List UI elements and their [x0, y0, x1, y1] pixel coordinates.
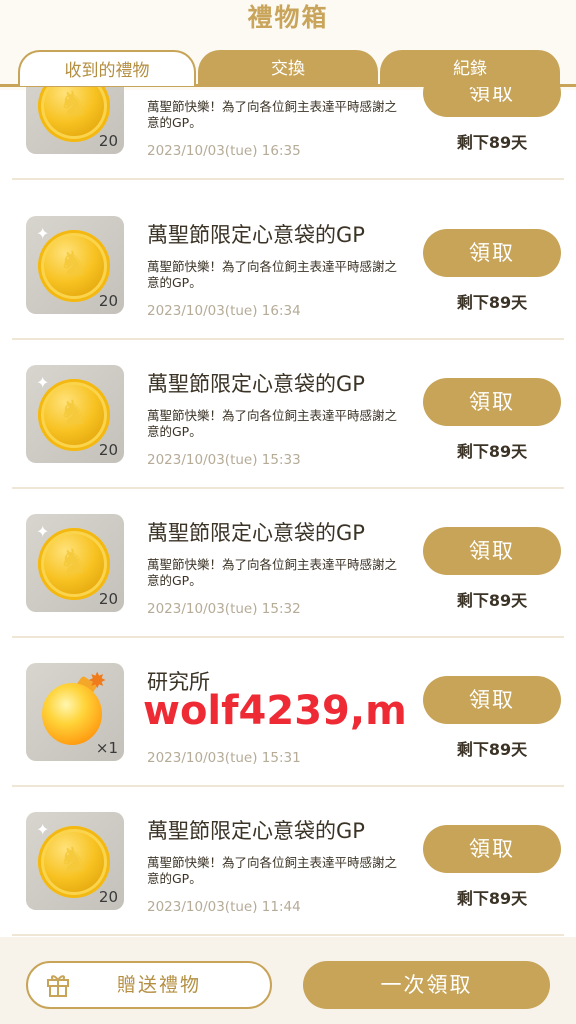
watermark-text: wolf4239,m	[143, 688, 407, 734]
gift-timestamp: 2023/10/03(tue) 15:31	[147, 750, 301, 766]
gift-title: 萬聖節限定心意袋的GP	[147, 223, 365, 247]
row-divider	[12, 178, 564, 180]
gift-list[interactable]: ♞ 20 萬聖節快樂！為了向各位飼主表達平時感謝之意的GP。 2023/10/0…	[0, 87, 576, 937]
gift-timestamp: 2023/10/03(tue) 16:34	[147, 303, 301, 319]
remaining-days: 剩下89天	[456, 740, 528, 759]
gift-timestamp: 2023/10/03(tue) 15:33	[147, 452, 301, 468]
gift-thumbnail: ✦ ♞ 20	[26, 365, 124, 463]
gift-count: 20	[98, 590, 118, 608]
gift-thumbnail: ✦ ♞ 20	[26, 216, 124, 314]
remaining-days: 剩下89天	[456, 442, 528, 461]
gift-thumbnail: ✦ ♞ 20	[26, 812, 124, 910]
claim-button[interactable]: 領取	[423, 527, 561, 575]
gift-row: ✦ ♞ 20 萬聖節限定心意袋的GP 萬聖節快樂！為了向各位飼主表達平時感謝之意…	[0, 787, 576, 936]
gift-description: 萬聖節快樂！為了向各位飼主表達平時感謝之意的GP。	[147, 99, 398, 130]
tab-exchange[interactable]: 交換	[198, 50, 378, 86]
gift-row: ✦ ♞ 20 萬聖節限定心意袋的GP 萬聖節快樂！為了向各位飼主表達平時感謝之意…	[0, 340, 576, 489]
gift-timestamp: 2023/10/03(tue) 15:32	[147, 601, 301, 617]
gift-row: ✦ ♞ 20 萬聖節限定心意袋的GP 萬聖節快樂！為了向各位飼主表達平時感謝之意…	[0, 191, 576, 340]
gift-count: 20	[98, 292, 118, 310]
send-gift-button[interactable]: 贈送禮物	[26, 961, 272, 1009]
header: 禮物箱 收到的禮物 交換 紀錄	[0, 0, 576, 90]
gift-description: 萬聖節快樂！為了向各位飼主表達平時感謝之意的GP。	[147, 259, 398, 290]
remaining-days: 剩下89天	[456, 293, 528, 312]
gift-row: ♞ 20 萬聖節快樂！為了向各位飼主表達平時感謝之意的GP。 2023/10/0…	[0, 87, 576, 180]
gift-thumbnail: ♞ 20	[26, 87, 124, 154]
gift-count: 20	[98, 888, 118, 906]
tab-history[interactable]: 紀錄	[380, 50, 560, 86]
remaining-days: 剩下89天	[456, 133, 528, 152]
gift-count: 20	[98, 132, 118, 150]
gift-count: ×1	[95, 739, 118, 757]
gift-title: 萬聖節限定心意袋的GP	[147, 819, 365, 843]
row-divider	[12, 934, 564, 936]
remaining-days: 剩下89天	[456, 889, 528, 908]
tab-received-gifts[interactable]: 收到的禮物	[18, 50, 196, 86]
research-flask-icon	[42, 683, 102, 745]
claim-button[interactable]: 領取	[423, 676, 561, 724]
claim-button[interactable]: 領取	[423, 229, 561, 277]
gift-thumbnail: ✦ ♞ 20	[26, 514, 124, 612]
claim-button[interactable]: 領取	[423, 87, 561, 117]
send-gift-label: 贈送禮物	[116, 974, 201, 996]
gift-count: 20	[98, 441, 118, 459]
claim-button[interactable]: 領取	[423, 378, 561, 426]
gift-description: 萬聖節快樂！為了向各位飼主表達平時感謝之意的GP。	[147, 557, 398, 588]
page-title: 禮物箱	[247, 3, 329, 32]
footer: 贈送禮物 一次領取	[0, 937, 576, 1024]
claim-all-button[interactable]: 一次領取	[303, 961, 550, 1009]
gift-title: 萬聖節限定心意袋的GP	[147, 521, 365, 545]
gift-thumbnail: ✸ ×1	[26, 663, 124, 761]
gift-row: ✦ ♞ 20 萬聖節限定心意袋的GP 萬聖節快樂！為了向各位飼主表達平時感謝之意…	[0, 489, 576, 638]
gift-description: 萬聖節快樂！為了向各位飼主表達平時感謝之意的GP。	[147, 408, 398, 439]
remaining-days: 剩下89天	[456, 591, 528, 610]
gift-timestamp: 2023/10/03(tue) 11:44	[147, 899, 301, 915]
gift-title: 萬聖節限定心意袋的GP	[147, 372, 365, 396]
gift-description: 萬聖節快樂！為了向各位飼主表達平時感謝之意的GP。	[147, 855, 398, 886]
gift-timestamp: 2023/10/03(tue) 16:35	[147, 143, 301, 159]
claim-button[interactable]: 領取	[423, 825, 561, 873]
